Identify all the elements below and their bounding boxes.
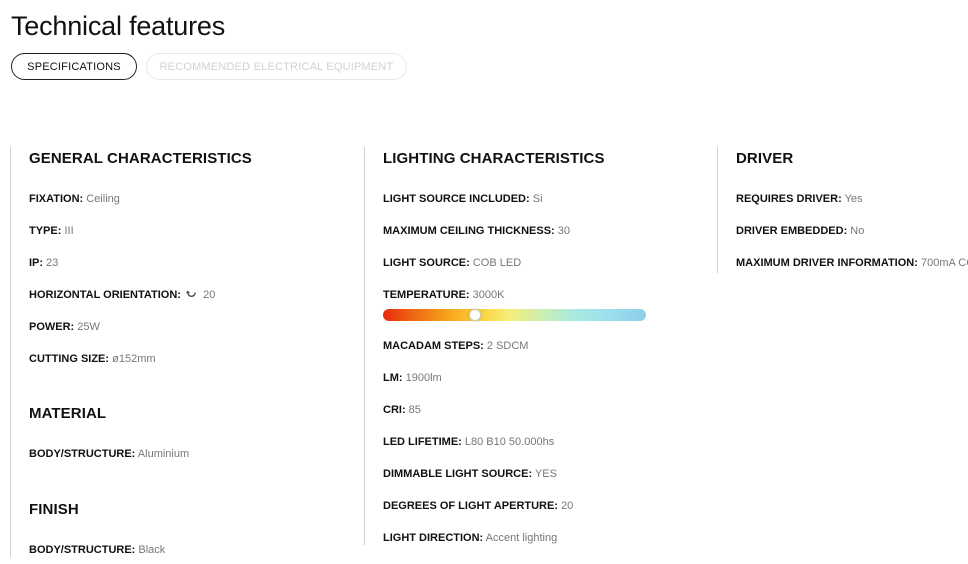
spec-value: 30 (557, 225, 571, 237)
spec-value: Yes (844, 193, 863, 205)
spec-value: III (64, 225, 74, 237)
spec-value: Black (138, 544, 166, 556)
spec-key: LIGHT DIRECTION: (383, 532, 484, 544)
spec-key: TEMPERATURE: (383, 289, 470, 301)
spec-row-cri: CRI: 85 (383, 403, 421, 417)
spec-value: 20 (203, 289, 216, 301)
rotate-arrow-icon (186, 290, 196, 297)
tab-recommended-electrical-equipment[interactable]: RECOMMENDED ELECTRICAL EQUIPMENT (146, 53, 407, 80)
spec-row-led-lifetime: LED LIFETIME: L80 B10 50.000hs (383, 435, 554, 449)
spec-key: TYPE: (29, 225, 62, 237)
spec-key: CUTTING SIZE: (29, 353, 110, 365)
spec-row-macadam-steps: MACADAM STEPS: 2 SDCM (383, 339, 528, 353)
spec-row-finish-body: BODY/STRUCTURE: Black (29, 543, 165, 557)
lighting-characteristics-heading: LIGHTING CHARACTERISTICS (383, 150, 605, 167)
spec-row-power: POWER: 25W (29, 320, 100, 334)
spec-row-temperature: TEMPERATURE: 3000K (383, 288, 504, 302)
spec-row-dimmable-light-source: DIMMABLE LIGHT SOURCE: YES (383, 467, 557, 481)
tab-bar: SPECIFICATIONS RECOMMENDED ELECTRICAL EQ… (11, 53, 407, 80)
spec-value: 700mA CC (920, 257, 968, 269)
driver-column: DRIVER REQUIRES DRIVER: Yes DRIVER EMBED… (717, 147, 968, 273)
spec-row-cutting-size: CUTTING SIZE: ø152mm (29, 352, 156, 366)
spec-row-light-direction: LIGHT DIRECTION: Accent lighting (383, 531, 557, 545)
spec-row-ip: IP: 23 (29, 256, 58, 270)
color-temperature-scale (383, 309, 646, 321)
spec-key: REQUIRES DRIVER: (736, 193, 842, 205)
spec-key: MACADAM STEPS: (383, 340, 484, 352)
spec-key: MAXIMUM DRIVER INFORMATION: (736, 257, 918, 269)
spec-key: LM: (383, 372, 403, 384)
page-title: Technical features (11, 11, 226, 41)
spec-row-material-body: BODY/STRUCTURE: Aluminium (29, 447, 189, 461)
spec-key: HORIZONTAL ORIENTATION: (29, 289, 181, 301)
spec-key: IP: (29, 257, 44, 269)
spec-key: DIMMABLE LIGHT SOURCE: (383, 468, 533, 480)
spec-key: DRIVER EMBEDDED: (736, 225, 848, 237)
spec-value: Accent lighting (485, 532, 558, 544)
spec-row-max-driver-information: MAXIMUM DRIVER INFORMATION: 700mA CC (736, 256, 968, 270)
spec-value: COB LED (472, 257, 522, 269)
general-characteristics-column: GENERAL CHARACTERISTICS FIXATION: Ceilin… (10, 147, 350, 557)
spec-key: LIGHT SOURCE: (383, 257, 470, 269)
tab-specifications[interactable]: SPECIFICATIONS (11, 53, 137, 80)
lighting-characteristics-column: LIGHTING CHARACTERISTICS LIGHT SOURCE IN… (364, 147, 704, 545)
spec-row-light-source-included: LIGHT SOURCE INCLUDED: Si (383, 192, 543, 206)
spec-row-degrees-light-aperture: DEGREES OF LIGHT APERTURE: 20 (383, 499, 573, 513)
spec-value: L80 B10 50.000hs (464, 436, 555, 448)
spec-key: BODY/STRUCTURE: (29, 544, 136, 556)
spec-row-driver-embedded: DRIVER EMBEDDED: No (736, 224, 864, 238)
spec-key: POWER: (29, 321, 75, 333)
spec-value: 2 SDCM (486, 340, 529, 352)
spec-row-light-source: LIGHT SOURCE: COB LED (383, 256, 521, 270)
spec-key: MAXIMUM CEILING THICKNESS: (383, 225, 555, 237)
spec-value: 25W (77, 321, 100, 333)
spec-value: Si (532, 193, 543, 205)
spec-key: FIXATION: (29, 193, 84, 205)
driver-heading: DRIVER (736, 150, 794, 167)
spec-value: Aluminium (137, 448, 190, 460)
spec-value: 20 (561, 500, 574, 512)
spec-value: 1900lm (405, 372, 442, 384)
general-characteristics-heading: GENERAL CHARACTERISTICS (29, 150, 252, 167)
spec-value: YES (534, 468, 557, 480)
material-heading: MATERIAL (29, 405, 107, 422)
spec-row-requires-driver: REQUIRES DRIVER: Yes (736, 192, 863, 206)
spec-row-max-ceiling-thickness: MAXIMUM CEILING THICKNESS: 30 (383, 224, 570, 238)
spec-value: 23 (46, 257, 59, 269)
spec-value: ø152mm (112, 353, 156, 365)
spec-row-fixation: FIXATION: Ceiling (29, 192, 120, 206)
spec-value: 3000K (472, 289, 505, 301)
spec-key: LIGHT SOURCE INCLUDED: (383, 193, 530, 205)
spec-value: 85 (408, 404, 421, 416)
spec-row-horizontal-orientation: HORIZONTAL ORIENTATION: 20 (29, 288, 215, 302)
spec-value: Ceiling (86, 193, 120, 205)
spec-key: BODY/STRUCTURE: (29, 448, 136, 460)
spec-row-lm: LM: 1900lm (383, 371, 442, 385)
color-temperature-marker (469, 309, 482, 321)
spec-key: DEGREES OF LIGHT APERTURE: (383, 500, 558, 512)
spec-row-type: TYPE: III (29, 224, 74, 238)
spec-key: CRI: (383, 404, 406, 416)
spec-value: No (850, 225, 865, 237)
finish-heading: FINISH (29, 501, 79, 518)
spec-key: LED LIFETIME: (383, 436, 462, 448)
